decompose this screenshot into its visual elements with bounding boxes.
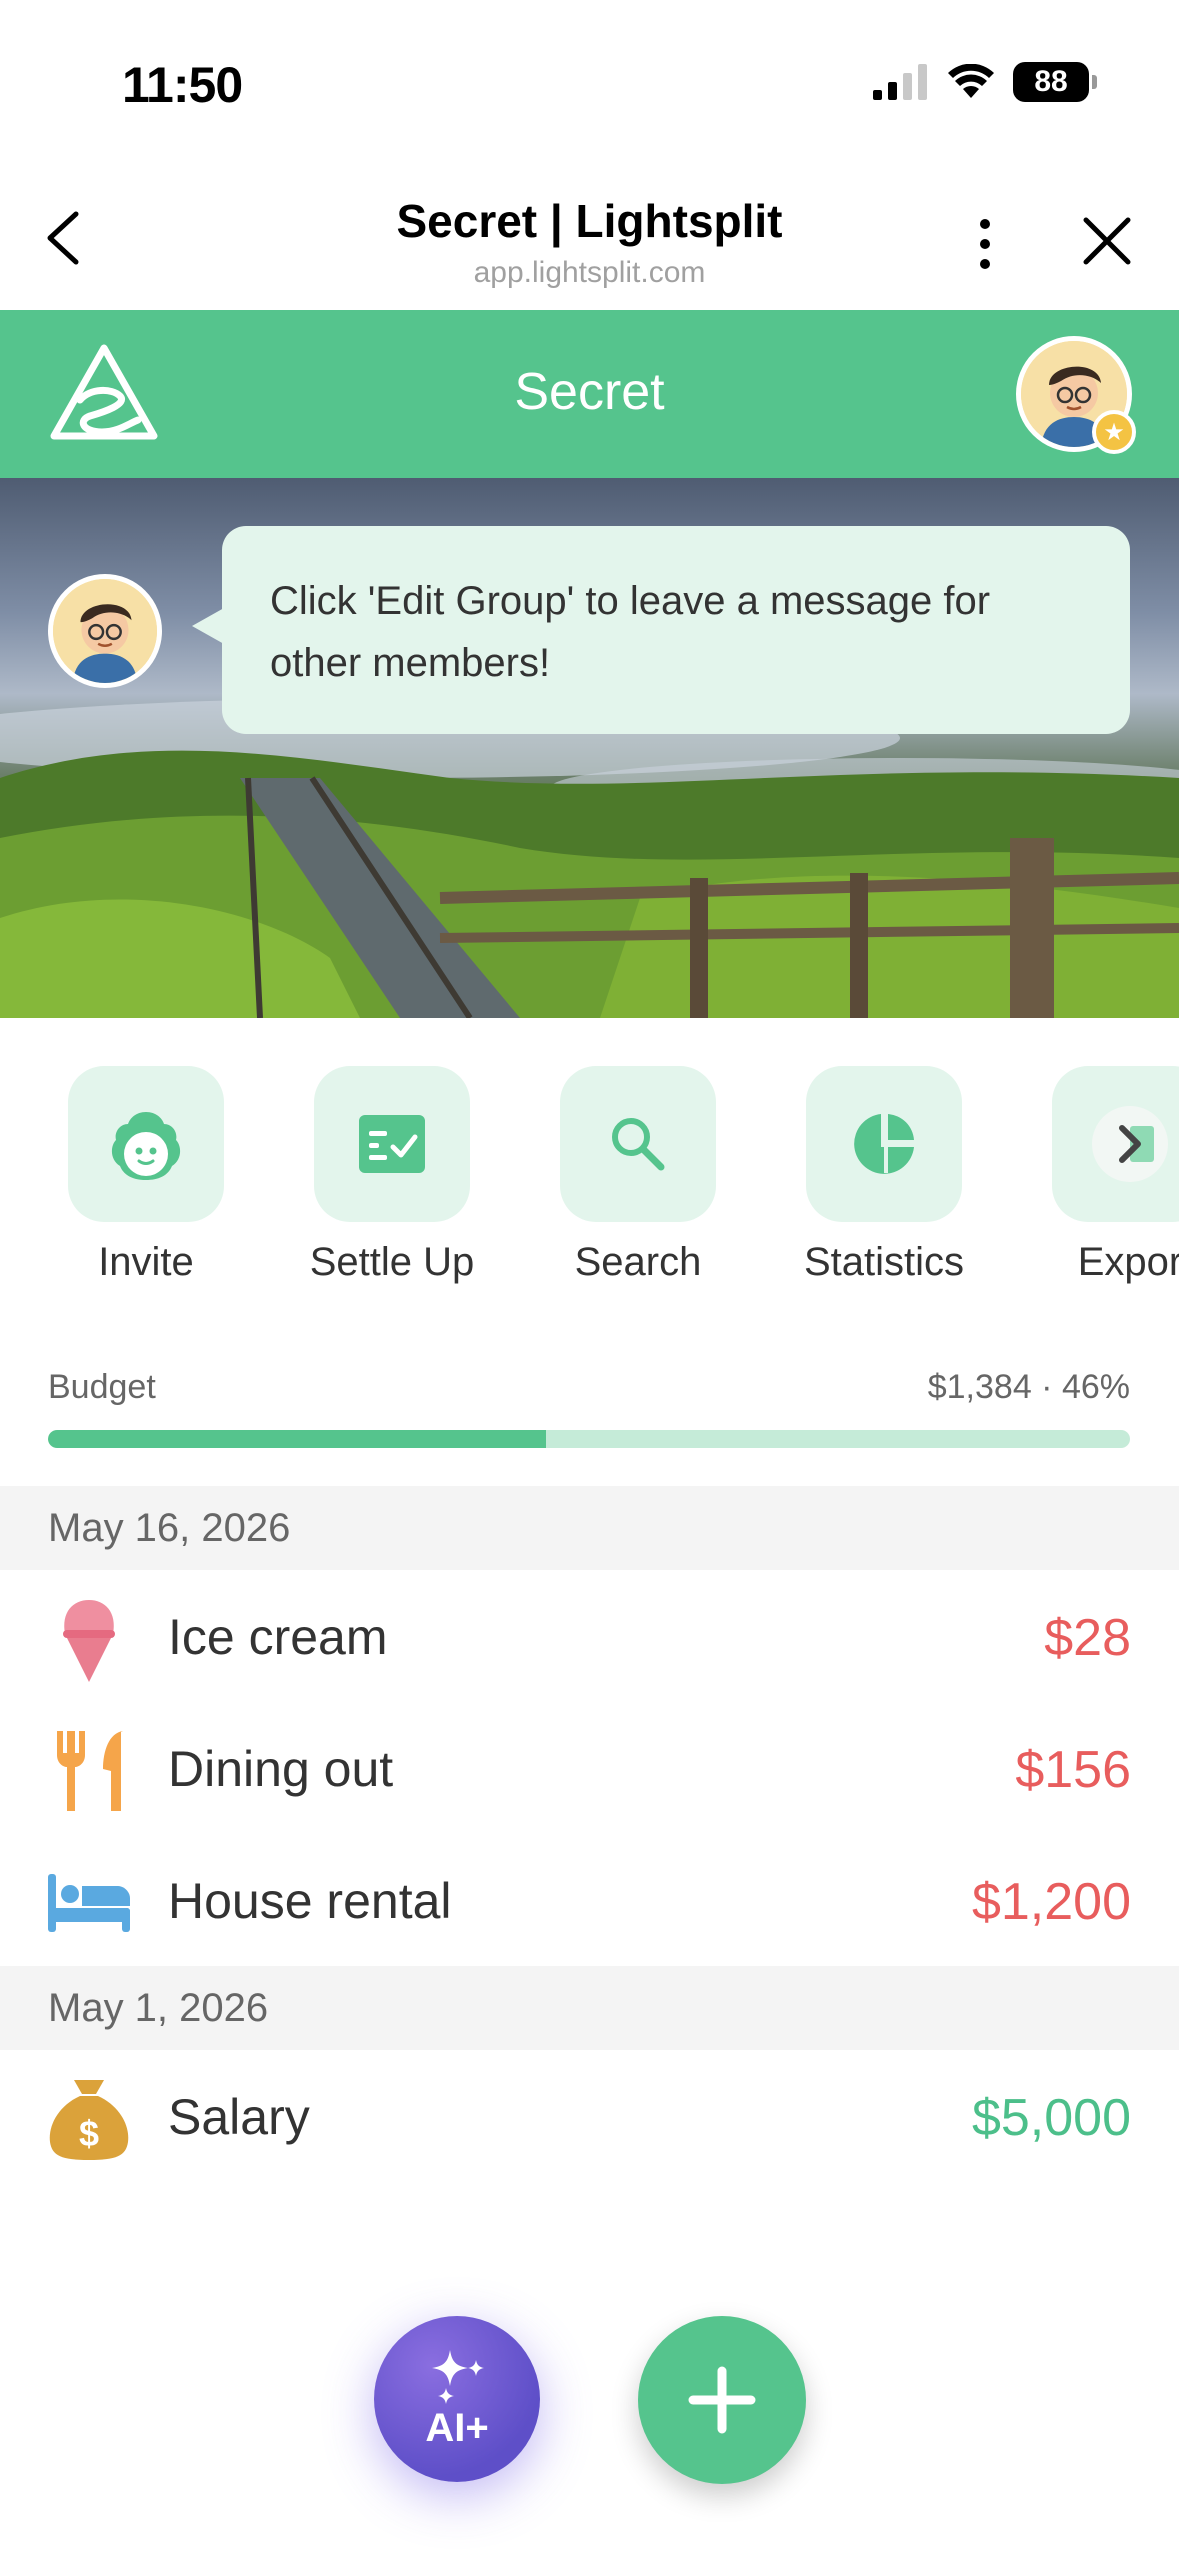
browser-title: Secret | Lightsplit <box>396 195 783 247</box>
transaction-name: Salary <box>168 2089 310 2145</box>
transaction-name: Ice cream <box>168 1609 388 1665</box>
action-row: Invite Settle Up Search Statistics Expor <box>0 1066 1179 1306</box>
status-bar: 11:50 88 <box>0 0 1179 170</box>
message-avatar <box>48 574 162 688</box>
search-tile[interactable] <box>560 1066 716 1222</box>
list-item[interactable]: Dining out $156 <box>0 1702 1179 1834</box>
statistics-tile[interactable] <box>806 1066 962 1222</box>
statistics-button[interactable]: Statistics <box>774 1066 994 1285</box>
ice-cream-icon <box>46 1596 132 1682</box>
budget-value: $1,384 · 46% <box>927 1368 1130 1406</box>
add-expense-button[interactable] <box>638 2316 806 2484</box>
bed-icon <box>46 1860 132 1946</box>
svg-text:$: $ <box>79 2113 99 2154</box>
invite-label: Invite <box>98 1240 194 1284</box>
plus-icon <box>688 2366 756 2434</box>
group-message-bubble: Click 'Edit Group' to leave a message fo… <box>192 526 1130 734</box>
transaction-name: Dining out <box>168 1741 394 1797</box>
date-header: May 16, 2026 <box>0 1486 1179 1570</box>
face-icon <box>111 1112 181 1180</box>
transaction-name: House rental <box>168 1873 452 1929</box>
statistics-label: Statistics <box>803 1240 965 1284</box>
premium-badge-icon: ★ <box>1092 410 1136 454</box>
settle-up-tile[interactable] <box>314 1066 470 1222</box>
invite-tile[interactable] <box>68 1066 224 1222</box>
wifi-icon <box>948 64 994 98</box>
export-label: Expor <box>1077 1240 1179 1284</box>
search-icon <box>612 1118 665 1171</box>
utensils-icon <box>46 1728 132 1814</box>
battery-icon: 88 <box>1013 62 1097 102</box>
list-item[interactable]: House rental $1,200 <box>0 1834 1179 1966</box>
transaction-amount: $156 <box>1015 1741 1131 1799</box>
export-tile[interactable] <box>1052 1066 1179 1222</box>
browser-url: app.lightsplit.com <box>473 256 706 289</box>
date-header: May 1, 2026 <box>0 1966 1179 2050</box>
pie-chart-icon <box>854 1114 914 1174</box>
invite-button[interactable]: Invite <box>36 1066 256 1285</box>
budget-bar[interactable]: Budget $1,384 · 46% <box>48 1368 1130 1448</box>
settle-up-button[interactable]: Settle Up <box>282 1066 502 1285</box>
transaction-amount: $5,000 <box>971 2089 1131 2147</box>
list-item[interactable]: Ice cream $28 <box>0 1570 1179 1702</box>
avatar-face-icon <box>53 579 157 683</box>
app-header: Secret ★ <box>0 310 1179 478</box>
budget-fill <box>48 1430 546 1448</box>
close-icon[interactable] <box>1080 214 1134 268</box>
group-title: Secret <box>514 363 665 421</box>
sparkle-icon <box>432 2349 484 2404</box>
browser-bar: Secret | Lightsplit app.lightsplit.com <box>0 170 1179 310</box>
list-item[interactable]: $ Salary $5,000 <box>0 2050 1179 2182</box>
transaction-amount: $1,200 <box>971 1873 1131 1931</box>
ai-button-label: AI+ <box>425 2405 489 2450</box>
chevron-right-icon <box>1092 1106 1168 1182</box>
export-button[interactable]: Expor <box>1020 1066 1179 1285</box>
transaction-amount: $28 <box>1044 1609 1131 1667</box>
status-time: 11:50 <box>122 57 243 113</box>
budget-track <box>48 1430 1130 1448</box>
search-label: Search <box>574 1240 702 1284</box>
search-button[interactable]: Search <box>528 1066 748 1285</box>
settle-up-label: Settle Up <box>309 1240 475 1284</box>
more-icon[interactable] <box>970 216 1000 272</box>
signal-icon <box>873 64 927 100</box>
status-icons: 88 <box>873 62 1097 102</box>
ai-assistant-button[interactable]: AI+ <box>374 2316 540 2482</box>
money-bag-icon: $ <box>46 2076 132 2162</box>
group-banner: Click 'Edit Group' to leave a message fo… <box>0 478 1179 1018</box>
checklist-icon <box>359 1115 425 1173</box>
